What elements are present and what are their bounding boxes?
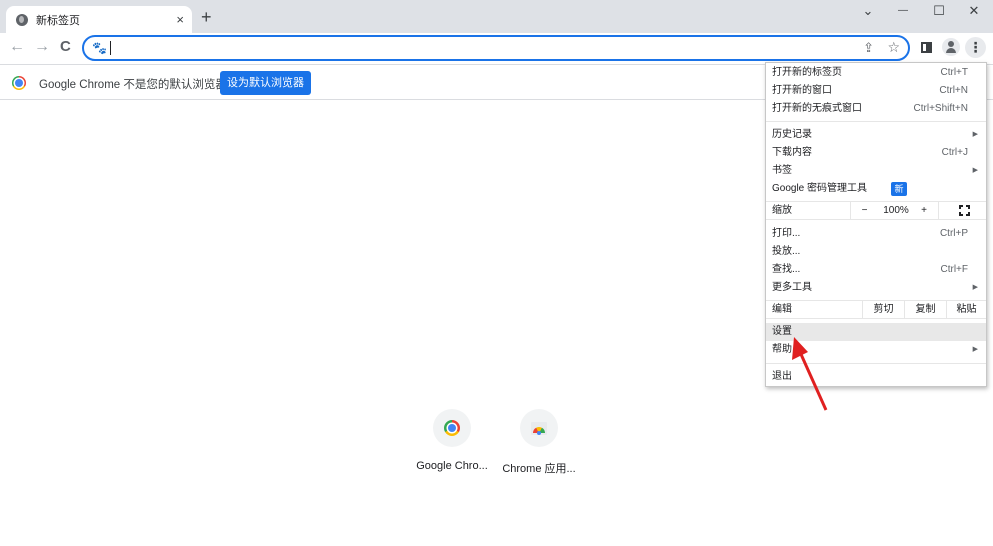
annotation-arrow-line: [798, 351, 828, 411]
annotation-arrow: [792, 337, 828, 411]
annotation-arrow-head: [792, 337, 808, 360]
